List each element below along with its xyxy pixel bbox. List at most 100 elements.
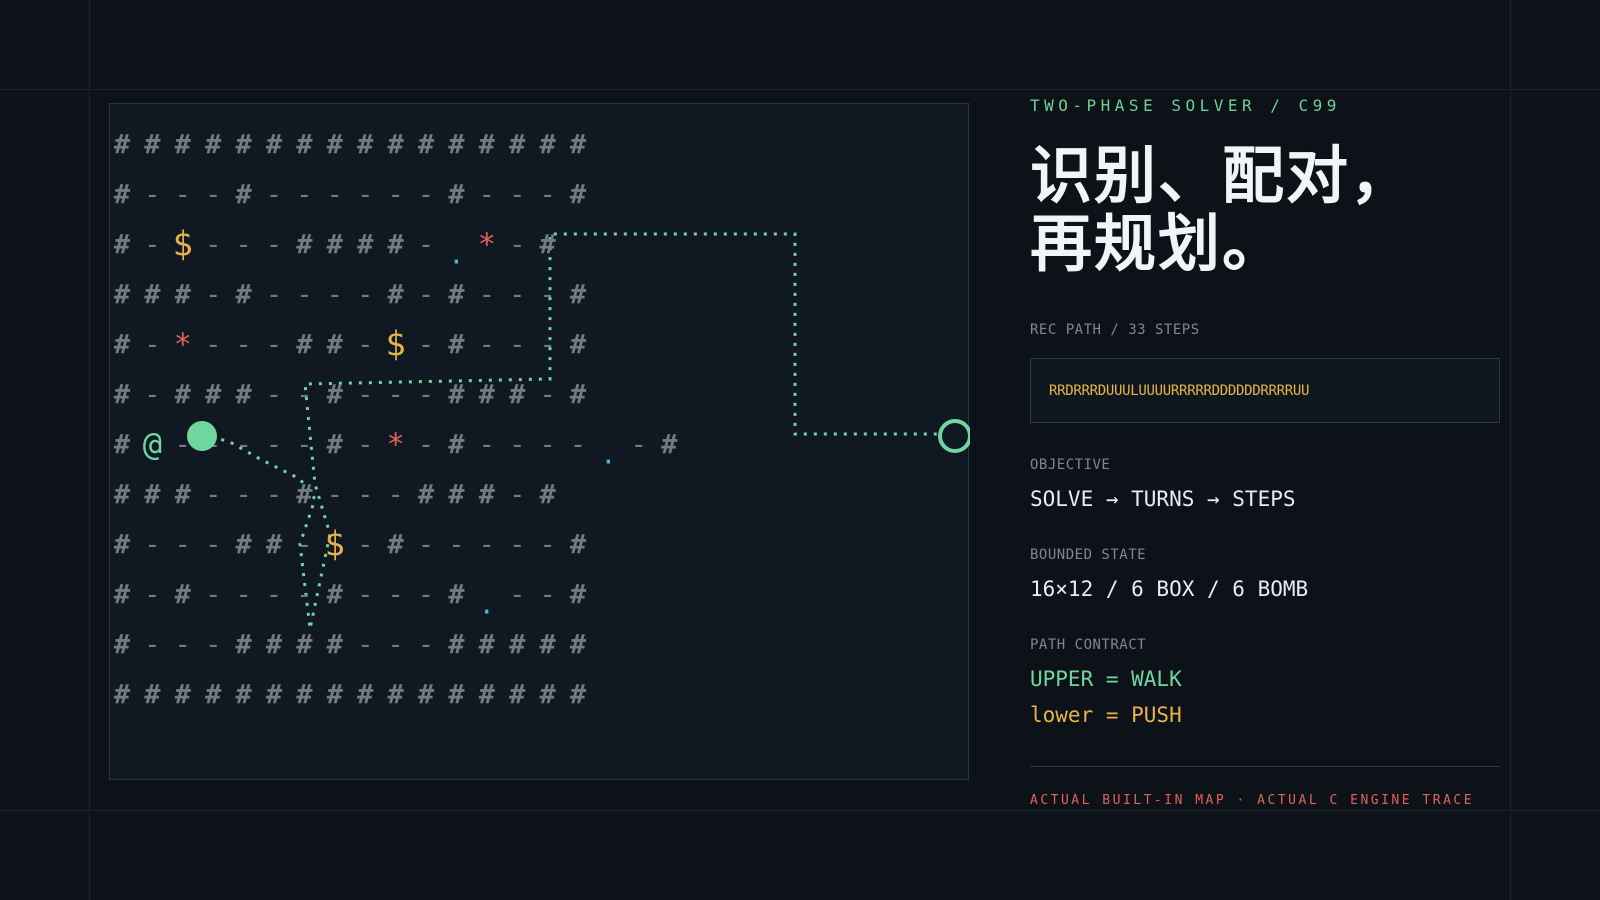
- map-cell-wall: #: [448, 680, 465, 711]
- map-cell-wall: #: [418, 130, 435, 161]
- map-cell-wall: #: [448, 330, 465, 361]
- map-cell-wall: #: [114, 130, 131, 161]
- map-cell-wall: #: [448, 480, 465, 511]
- map-cell-wall: #: [266, 680, 283, 711]
- map-cell-floor: -: [205, 480, 221, 511]
- map-cell-wall: #: [570, 680, 587, 711]
- map-cell-bomb: *: [387, 428, 405, 463]
- map-cell-floor: -: [357, 630, 373, 661]
- map-cell-floor: -: [357, 380, 373, 411]
- map-cell-floor: -: [327, 480, 343, 511]
- map-cell-floor: -: [235, 480, 251, 511]
- map-cell-floor: -: [539, 180, 555, 211]
- map-cell-floor: -: [205, 630, 221, 661]
- map-cell-wall: #: [387, 230, 404, 261]
- divider: [1030, 766, 1500, 767]
- map-cell-floor: -: [570, 430, 586, 461]
- map-cell-floor: -: [509, 230, 525, 261]
- map-cell-wall: #: [327, 330, 344, 361]
- map-cell-wall: #: [114, 180, 131, 211]
- map-cell-floor: -: [266, 180, 282, 211]
- map-cell-wall: #: [114, 330, 131, 361]
- map-cell-wall: #: [114, 280, 131, 311]
- trace-end-marker: [938, 419, 970, 453]
- map-cell-wall: #: [570, 180, 587, 211]
- bounded-state-value: 16×12 / 6 BOX / 6 BOMB: [1030, 577, 1309, 601]
- map-cell-floor: -: [509, 530, 525, 561]
- map-cell-floor: -: [509, 580, 525, 611]
- guide-line-left: [89, 0, 90, 900]
- map-cell-floor: -: [144, 230, 160, 261]
- map-cell-wall: #: [266, 530, 283, 561]
- map-cell-wall: #: [479, 630, 496, 661]
- map-cell-wall: #: [570, 380, 587, 411]
- bounded-state-label: BOUNDED STATE: [1030, 547, 1147, 563]
- map-cell-wall: #: [266, 130, 283, 161]
- map-cell-floor: -: [235, 330, 251, 361]
- map-cell-floor: -: [539, 380, 555, 411]
- map-cell-floor: -: [266, 280, 282, 311]
- map-cell-floor: -: [479, 530, 495, 561]
- map-cell-wall: #: [479, 130, 496, 161]
- map-cell-floor: -: [296, 380, 312, 411]
- map-cell-wall: #: [448, 380, 465, 411]
- map-cell-floor: -: [144, 330, 160, 361]
- rec-path-label: REC PATH / 33 STEPS: [1030, 322, 1200, 338]
- path-contract-label: PATH CONTRACT: [1030, 637, 1147, 653]
- map-cell-wall: #: [387, 680, 404, 711]
- map-cell-floor: -: [266, 230, 282, 261]
- map-cell-wall: #: [114, 430, 131, 461]
- map-cell-floor: -: [357, 580, 373, 611]
- map-cell-floor: -: [357, 280, 373, 311]
- map-cell-floor: -: [479, 430, 495, 461]
- map-cell-floor: -: [205, 330, 221, 361]
- contract-walk: UPPER = WALK: [1030, 667, 1182, 691]
- map-cell-bomb: *: [174, 328, 192, 363]
- map-cell-floor: -: [235, 430, 251, 461]
- map-cell-wall: #: [539, 230, 556, 261]
- map-cell-wall: #: [570, 130, 587, 161]
- map-cell-floor: -: [509, 180, 525, 211]
- kicker: TWO-PHASE SOLVER / C99: [1030, 96, 1341, 115]
- map-cell-wall: #: [418, 680, 435, 711]
- map-cell-wall: #: [327, 430, 344, 461]
- map-cell-floor: -: [205, 180, 221, 211]
- map-cell-floor: -: [509, 480, 525, 511]
- map-cell-wall: #: [448, 580, 465, 611]
- map-cell-wall: #: [327, 130, 344, 161]
- map-cell-wall: #: [296, 680, 313, 711]
- title-line-2: 再规划。: [1030, 207, 1287, 280]
- map-cell-wall: #: [205, 380, 222, 411]
- map-cell-floor: -: [205, 230, 221, 261]
- map-cell-wall: #: [570, 580, 587, 611]
- map-cell-floor: -: [235, 580, 251, 611]
- map-cell-floor: -: [357, 430, 373, 461]
- map-cell-wall: #: [327, 680, 344, 711]
- map-cell-floor: -: [418, 630, 434, 661]
- map-cell-floor: -: [327, 180, 343, 211]
- map-cell-floor: -: [418, 530, 434, 561]
- map-cell-wall: #: [539, 480, 556, 511]
- map-cell-box: $: [385, 325, 405, 365]
- map-cell-wall: #: [539, 630, 556, 661]
- map-cell-wall: #: [327, 380, 344, 411]
- map-cell-floor: -: [387, 630, 403, 661]
- map-cell-wall: #: [114, 230, 131, 261]
- map-cell-wall: #: [296, 480, 313, 511]
- trace-start-marker: [187, 421, 217, 451]
- map-cell-wall: #: [235, 630, 252, 661]
- map-cell-wall: #: [144, 680, 161, 711]
- map-cell-wall: #: [448, 430, 465, 461]
- map-cell-floor: -: [479, 280, 495, 311]
- map-cell-wall: #: [296, 130, 313, 161]
- map-cell-wall: #: [448, 280, 465, 311]
- map-cell-wall: #: [266, 630, 283, 661]
- map-cell-wall: #: [144, 280, 161, 311]
- map-cell-wall: #: [448, 130, 465, 161]
- contract-push: lower = PUSH: [1030, 703, 1182, 727]
- map-cell-wall: #: [570, 280, 587, 311]
- map-cell-floor: -: [539, 330, 555, 361]
- map-cell-wall: #: [479, 480, 496, 511]
- objective-value: SOLVE → TURNS → STEPS: [1030, 487, 1296, 511]
- map-cell-floor: -: [387, 480, 403, 511]
